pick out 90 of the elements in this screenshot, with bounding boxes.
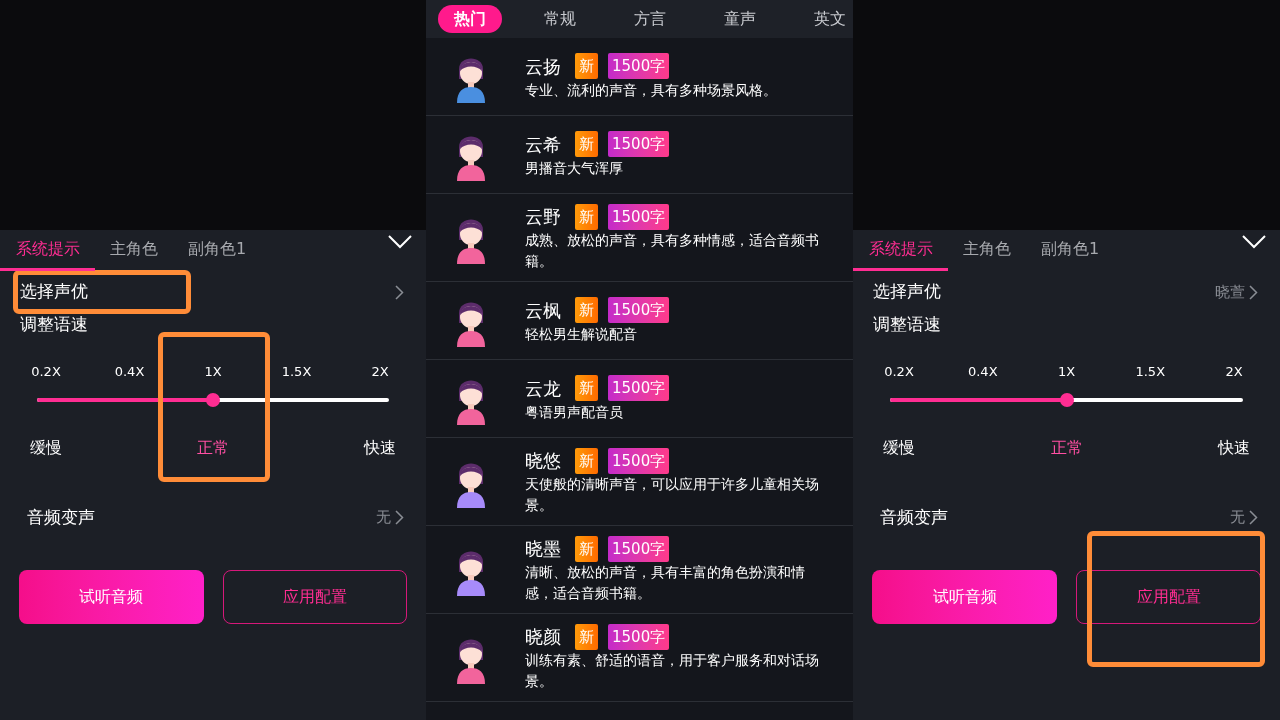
slider-thumb[interactable] xyxy=(1059,392,1074,407)
voice-description: 清晰、放松的声音，具有丰富的角色扮演和情感，适合音频书籍。 xyxy=(525,563,806,603)
voice-description: 粤语男声配音员 xyxy=(525,402,624,422)
chevron-down-icon[interactable] xyxy=(1242,235,1266,249)
new-badge: 新 xyxy=(575,203,598,230)
quota-badge: 1500字 xyxy=(608,131,670,157)
new-badge: 新 xyxy=(575,53,598,79)
voice-list-item[interactable]: 云希 新 1500字 男播音大气浑厚 xyxy=(426,116,853,194)
voice-list-item[interactable]: 晓墨 新 1500字 清晰、放松的声音，具有丰富的角色扮演和情感，适合音频书籍。 xyxy=(426,526,853,614)
new-badge: 新 xyxy=(575,447,598,474)
speed-tick-label: 2X xyxy=(370,363,390,381)
voice-effect-selector[interactable]: 无 xyxy=(376,506,404,529)
category-tab[interactable]: 方言 xyxy=(618,5,682,33)
chevron-right-icon xyxy=(1249,284,1258,300)
speed-slider-track[interactable] xyxy=(890,392,1243,407)
voice-description: 专业、流利的声音，具有多种场景风格。 xyxy=(525,80,777,100)
chevron-right-icon xyxy=(1249,510,1258,525)
speed-slider-track[interactable] xyxy=(37,392,389,407)
preview-audio-button[interactable]: 试听音频 xyxy=(872,569,1057,624)
voice-list-item[interactable]: 晓颜 新 1500字 训练有素、舒适的语音，用于客户服务和对话场景。 xyxy=(426,614,853,702)
speed-tick-label: 0.2X xyxy=(30,363,62,381)
chevron-down-icon[interactable] xyxy=(388,235,412,249)
preview-audio-button[interactable]: 试听音频 xyxy=(19,569,204,624)
speed-tick-label: 1.5X xyxy=(280,363,313,381)
voice-name: 晓悠 xyxy=(525,449,561,473)
row-label: 调整语速 xyxy=(19,313,88,336)
speed-caption: 正常 xyxy=(1049,436,1084,459)
voice-selector[interactable]: 晓萱 xyxy=(1215,280,1258,304)
role-tab[interactable]: 主角色 xyxy=(948,230,1026,271)
speed-caption: 缓慢 xyxy=(882,436,916,459)
speed-caption: 快速 xyxy=(1216,436,1251,459)
role-tab[interactable]: 副角色1 xyxy=(1026,230,1115,271)
new-badge: 新 xyxy=(575,535,598,562)
voice-name: 云野 xyxy=(525,205,561,229)
role-tab[interactable]: 副角色1 xyxy=(173,230,262,271)
role-tab[interactable]: 主角色 xyxy=(95,230,173,271)
voice-description: 训练有素、舒适的语音，用于客户服务和对话场景。 xyxy=(525,651,820,691)
category-tab[interactable]: 英文 xyxy=(798,5,853,33)
quota-badge: 1500字 xyxy=(608,447,670,474)
apply-config-button[interactable]: 应用配置 xyxy=(222,569,407,624)
speed-caption: 缓慢 xyxy=(29,436,63,459)
new-badge: 新 xyxy=(575,623,598,650)
quota-badge: 1500字 xyxy=(608,53,670,79)
speed-tick-label: 0.2X xyxy=(883,363,915,381)
voice-list-item[interactable]: 云野 新 1500字 成熟、放松的声音，具有多种情感，适合音频书籍。 xyxy=(426,194,853,282)
category-tab[interactable]: 童声 xyxy=(708,5,772,33)
quota-badge: 1500字 xyxy=(608,297,670,323)
voice-description: 轻松男生解说配音 xyxy=(525,324,638,344)
quota-badge: 1500字 xyxy=(608,535,670,562)
quota-badge: 1500字 xyxy=(608,375,670,401)
row-label: 调整语速 xyxy=(872,313,941,336)
category-tab[interactable]: 热门 xyxy=(438,5,502,33)
row-label: 选择声优 xyxy=(873,280,941,304)
speed-tick-label: 0.4X xyxy=(966,363,999,381)
voice-list-item[interactable]: 云龙 新 1500字 粤语男声配音员 xyxy=(426,360,853,438)
voice-selector[interactable] xyxy=(395,284,404,300)
speed-tick-label: 1.5X xyxy=(1134,363,1167,381)
voice-description: 天使般的清晰声音，可以应用于许多儿童相关场景。 xyxy=(525,475,820,515)
row-label: 选择声优 xyxy=(20,280,88,304)
voice-name: 云枫 xyxy=(525,298,561,323)
row-label: 音频变声 xyxy=(27,505,95,529)
speed-caption: 快速 xyxy=(362,436,397,459)
speed-tick-label: 1X xyxy=(1056,363,1077,381)
speed-tick-label: 2X xyxy=(1224,363,1244,381)
voice-name: 云希 xyxy=(525,132,561,157)
role-tab[interactable]: 系统提示 xyxy=(0,230,95,271)
category-tab[interactable]: 常规 xyxy=(528,5,592,33)
voice-name: 晓墨 xyxy=(525,537,561,561)
new-badge: 新 xyxy=(575,375,598,401)
new-badge: 新 xyxy=(575,131,598,157)
chevron-right-icon xyxy=(395,284,404,300)
new-badge: 新 xyxy=(575,297,598,323)
voice-description: 男播音大气浑厚 xyxy=(525,158,624,178)
slider-thumb[interactable] xyxy=(206,392,220,407)
quota-badge: 1500字 xyxy=(608,623,670,650)
role-tab[interactable]: 系统提示 xyxy=(853,230,948,271)
voice-name: 云扬 xyxy=(525,54,561,79)
chevron-right-icon xyxy=(395,510,404,525)
voice-effect-selector[interactable]: 无 xyxy=(1230,506,1258,529)
row-label: 音频变声 xyxy=(880,505,948,529)
speed-caption: 正常 xyxy=(196,436,230,459)
speed-tick-label: 1X xyxy=(203,363,223,381)
speed-tick-label: 0.4X xyxy=(113,363,146,381)
voice-description: 成熟、放松的声音，具有多种情感，适合音频书籍。 xyxy=(525,231,820,271)
voice-name: 晓颜 xyxy=(525,625,561,649)
voice-list-item[interactable]: 晓悠 新 1500字 天使般的清晰声音，可以应用于许多儿童相关场景。 xyxy=(426,438,853,526)
quota-badge: 1500字 xyxy=(608,203,670,230)
voice-list-item[interactable]: 云枫 新 1500字 轻松男生解说配音 xyxy=(426,282,853,360)
voice-name: 云龙 xyxy=(525,376,561,401)
voice-list-item[interactable]: 云扬 新 1500字 专业、流利的声音，具有多种场景风格。 xyxy=(426,38,853,116)
